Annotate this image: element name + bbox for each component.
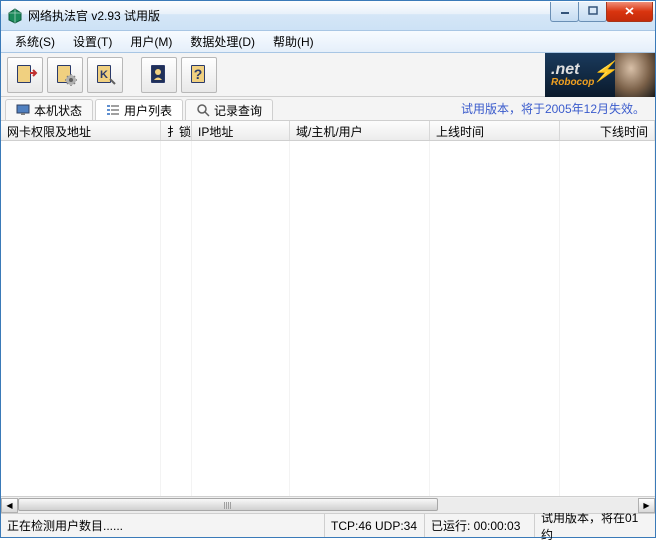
col-ip[interactable]: IP地址 <box>192 121 290 140</box>
toolbar-button-1[interactable] <box>7 57 43 93</box>
toolbar-button-4[interactable] <box>141 57 177 93</box>
horizontal-scrollbar[interactable]: ◀ ▶ <box>1 496 655 513</box>
window-title: 网络执法官 v2.93 试用版 <box>28 7 551 24</box>
toolbar-button-3[interactable]: K <box>87 57 123 93</box>
col-domain-host-user[interactable]: 域/主机/用户 <box>290 121 430 140</box>
menu-data[interactable]: 数据处理(D) <box>182 31 263 52</box>
menubar: 系统(S) 设置(T) 用户(M) 数据处理(D) 帮助(H) <box>1 31 655 53</box>
menu-system[interactable]: 系统(S) <box>7 31 63 52</box>
brand-line1: .net <box>551 62 594 78</box>
minimize-icon <box>560 6 570 16</box>
menu-user[interactable]: 用户(M) <box>122 31 180 52</box>
brand-line2: Robocop <box>551 78 594 88</box>
monitor-icon <box>16 103 30 117</box>
close-button[interactable] <box>606 2 653 22</box>
col-lock[interactable]: 扌锁 <box>161 121 192 140</box>
col-online-time[interactable]: 上线时间 <box>430 121 560 140</box>
book-gear-icon <box>51 61 79 89</box>
book-arrow-icon <box>11 61 39 89</box>
table-body[interactable] <box>1 141 655 496</box>
scroll-thumb[interactable] <box>18 498 438 511</box>
bolt-icon: ⚡ <box>592 59 617 84</box>
titlebar[interactable]: 网络执法官 v2.93 试用版 <box>1 1 655 31</box>
tab-record-query[interactable]: 记录查询 <box>185 99 273 120</box>
app-icon <box>7 8 23 24</box>
minimize-button[interactable] <box>550 2 579 22</box>
status-runtime: 已运行: 00:00:03 <box>425 514 535 537</box>
book-k-icon: K <box>91 61 119 89</box>
book-person-icon <box>145 61 173 89</box>
col-offline-time[interactable]: 下线时间 <box>560 121 655 140</box>
scroll-track[interactable] <box>18 498 638 513</box>
tabbar: 本机状态 用户列表 记录查询 试用版本，将于2005年12月失效。 <box>1 97 655 121</box>
maximize-icon <box>588 6 598 16</box>
tab-label: 记录查询 <box>214 102 262 119</box>
brand-face <box>615 53 655 97</box>
table-header: 网卡权限及地址 扌锁 IP地址 域/主机/用户 上线时间 下线时间 <box>1 121 655 141</box>
statusbar: 正在检测用户数目...... TCP:46 UDP:34 已运行: 00:00:… <box>1 513 655 537</box>
status-detecting: 正在检测用户数目...... <box>1 514 325 537</box>
close-icon <box>624 6 635 16</box>
search-icon <box>196 103 210 117</box>
svg-text:K: K <box>100 69 108 81</box>
svg-text:?: ? <box>194 66 203 82</box>
tab-local-status[interactable]: 本机状态 <box>5 99 93 120</box>
tab-label: 本机状态 <box>34 102 82 119</box>
toolbar-button-2[interactable] <box>47 57 83 93</box>
app-window: 网络执法官 v2.93 试用版 系统(S) 设置(T) 用户(M) 数据处理(D… <box>0 0 656 538</box>
list-icon <box>106 103 120 117</box>
status-trial: 试用版本，将在01约 <box>535 514 655 537</box>
status-tcpudp: TCP:46 UDP:34 <box>325 514 425 537</box>
book-question-icon: ? <box>185 61 213 89</box>
menu-settings[interactable]: 设置(T) <box>65 31 120 52</box>
menu-help[interactable]: 帮助(H) <box>265 31 322 52</box>
maximize-button[interactable] <box>578 2 607 22</box>
toolbar: K ? .net Robocop ⚡ <box>1 53 655 97</box>
tab-label: 用户列表 <box>124 102 172 119</box>
window-controls <box>551 2 653 22</box>
tab-user-list[interactable]: 用户列表 <box>95 99 183 120</box>
col-card-permission[interactable]: 网卡权限及地址 <box>1 121 161 140</box>
brand-logo: .net Robocop ⚡ <box>545 53 655 97</box>
scroll-left-button[interactable]: ◀ <box>1 498 18 513</box>
trial-notice: 试用版本，将于2005年12月失效。 <box>275 97 655 120</box>
toolbar-button-5[interactable]: ? <box>181 57 217 93</box>
